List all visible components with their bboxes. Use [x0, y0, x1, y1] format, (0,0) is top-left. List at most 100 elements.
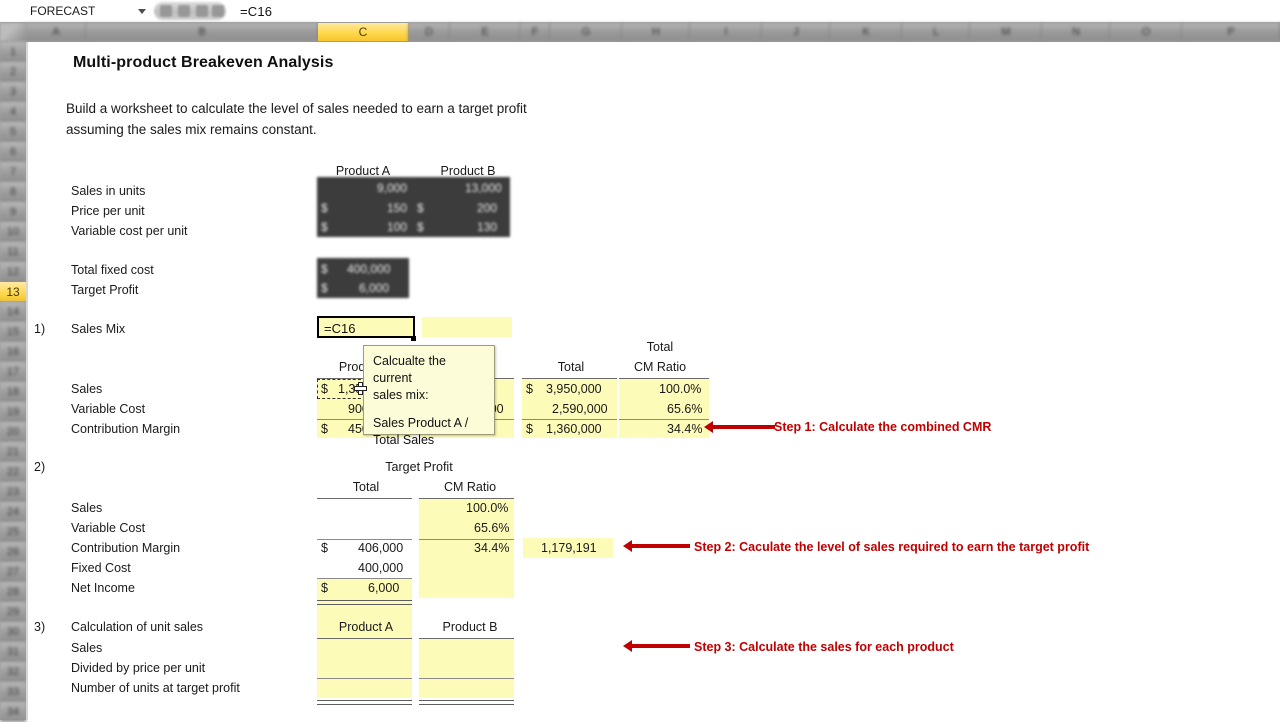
input-value-varcost-a: 100 — [387, 220, 408, 234]
step3-header-product-b: Product B — [442, 620, 498, 634]
row-header-6[interactable]: 6 — [0, 142, 26, 162]
step3-result-cell-b[interactable] — [419, 679, 514, 698]
fill-handle[interactable] — [411, 336, 416, 341]
fixed-values-selection-block[interactable]: $ 400,000 $ 6,000 — [317, 258, 409, 298]
row-header-30[interactable]: 30 — [0, 622, 26, 642]
column-header-h[interactable]: H — [622, 23, 691, 41]
accept-icon[interactable] — [178, 5, 190, 17]
step2-varcost-cm: 65.6% — [474, 521, 510, 535]
column-header-f[interactable]: F — [520, 23, 551, 41]
row-header-22[interactable]: 22 — [0, 462, 26, 482]
step1-header-total: Total — [557, 360, 585, 374]
step2-netincome-symbol: $ — [321, 581, 328, 595]
row-header-9[interactable]: 9 — [0, 202, 26, 222]
page-description: Build a worksheet to calculate the level… — [66, 101, 527, 137]
step3-input-block-a[interactable] — [317, 639, 412, 678]
tooltip-line-3: Sales Product A / — [373, 416, 469, 430]
step1-cm-a-symbol: $ — [321, 422, 328, 436]
column-header-g[interactable]: G — [550, 23, 623, 41]
row-header-18[interactable]: 18 — [0, 382, 26, 402]
row-header-27[interactable]: 27 — [0, 562, 26, 582]
step1-sales-cm: 100.0% — [659, 382, 702, 396]
step1-label: Sales Mix — [71, 322, 126, 336]
row-header-34[interactable]: 34 — [0, 702, 26, 722]
column-header-o[interactable]: O — [1110, 23, 1183, 41]
step3-arrow-line — [632, 644, 690, 648]
row-header-25[interactable]: 25 — [0, 522, 26, 542]
column-header-e[interactable]: E — [450, 23, 521, 41]
row-header-21[interactable]: 21 — [0, 442, 26, 462]
row-header-17[interactable]: 17 — [0, 362, 26, 382]
step1-varcost-cm: 65.6% — [667, 402, 703, 416]
step3-input-block-b[interactable] — [419, 639, 514, 678]
row-header-7[interactable]: 7 — [0, 162, 26, 182]
row-header-13[interactable]: 13 — [0, 282, 26, 302]
step1-subtotal-rule-cm — [619, 419, 709, 420]
tooltip-line-1: Calcualte the current — [373, 354, 446, 385]
row-header-15[interactable]: 15 — [0, 322, 26, 342]
name-box[interactable]: FORECAST — [8, 3, 150, 20]
column-header-i[interactable]: I — [690, 23, 763, 41]
fixed-value-total-fixed: 400,000 — [347, 262, 391, 276]
input-label-total-fixed-cost: Total fixed cost — [71, 263, 154, 277]
column-header-c[interactable]: C — [318, 23, 409, 41]
tooltip-line-4: Total Sales — [373, 433, 435, 447]
step2-arrow-head — [623, 540, 632, 552]
row-header-11[interactable]: 11 — [0, 242, 26, 262]
insert-function-icon[interactable] — [196, 5, 208, 17]
column-header-p[interactable]: P — [1182, 23, 1280, 41]
row-header-32[interactable]: 32 — [0, 662, 26, 682]
step1-varcost-total-value: 2,590,000 — [552, 402, 608, 416]
row-header-4[interactable]: 4 — [0, 102, 26, 122]
row-header-2[interactable]: 2 — [0, 62, 26, 82]
step3-double-rule-b — [419, 700, 514, 705]
step2-netincome-rule — [317, 578, 412, 579]
row-header-24[interactable]: 24 — [0, 502, 26, 522]
step1-header-cmratio-line2: CM Ratio — [633, 360, 687, 374]
row-header-16[interactable]: 16 — [0, 342, 26, 362]
row-header-28[interactable]: 28 — [0, 582, 26, 602]
row-header-31[interactable]: 31 — [0, 642, 26, 662]
row-header-19[interactable]: 19 — [0, 402, 26, 422]
row-header-23[interactable]: 23 — [0, 482, 26, 502]
column-header-m[interactable]: M — [970, 23, 1043, 41]
column-header-a[interactable]: A — [26, 23, 87, 41]
row-header-1[interactable]: 1 — [0, 42, 26, 62]
input-values-selection-block[interactable]: 9,000 13,000 $ 150 $ 200 $ 100 $ 130 — [317, 177, 510, 237]
column-header-k[interactable]: K — [830, 23, 903, 41]
input-value-varcost-b: 130 — [477, 220, 498, 234]
row-header-29[interactable]: 29 — [0, 602, 26, 622]
row-header-12[interactable]: 12 — [0, 262, 26, 282]
column-header-d[interactable]: D — [408, 23, 451, 41]
column-header-n[interactable]: N — [1042, 23, 1111, 41]
chevron-down-icon[interactable] — [138, 8, 146, 14]
step1-cm-total-symbol: $ — [526, 422, 533, 436]
cancel-icon[interactable] — [160, 5, 172, 17]
row-header-10[interactable]: 10 — [0, 222, 26, 242]
formula-input[interactable]: =C16 — [240, 4, 272, 19]
input-value-price-b: 200 — [477, 201, 498, 215]
row-header-20[interactable]: 20 — [0, 422, 26, 442]
row-header-3[interactable]: 3 — [0, 82, 26, 102]
select-all-corner[interactable] — [0, 23, 26, 41]
row-header-5[interactable]: 5 — [0, 122, 26, 142]
step2-fixed-total-value: 400,000 — [358, 561, 404, 575]
input-label-price-unit: Price per unit — [71, 204, 145, 218]
sales-mix-comment-tooltip: Calcualte the current sales mix: Sales P… — [363, 345, 495, 447]
sales-mix-active-cell[interactable]: =C16 — [317, 316, 415, 338]
column-header-j[interactable]: J — [762, 23, 831, 41]
row-header-8[interactable]: 8 — [0, 182, 26, 202]
formula-action-icons[interactable] — [154, 2, 226, 20]
column-header-l[interactable]: L — [902, 23, 971, 41]
sales-mix-cell-b[interactable] — [422, 317, 512, 337]
step1-sales-total-symbol: $ — [526, 382, 533, 396]
row-header-14[interactable]: 14 — [0, 302, 26, 322]
row-header-33[interactable]: 33 — [0, 682, 26, 702]
step3-result-cell-a[interactable] — [317, 679, 412, 698]
column-header-b[interactable]: B — [86, 23, 319, 41]
step2-annotation: Step 2: Caculate the level of sales requ… — [694, 540, 1090, 554]
input-value-units-a: 9,000 — [377, 181, 408, 195]
step2-row-label-netincome: Net Income — [71, 581, 135, 595]
row-header-26[interactable]: 26 — [0, 542, 26, 562]
step2-sales-cm: 100.0% — [466, 501, 509, 515]
